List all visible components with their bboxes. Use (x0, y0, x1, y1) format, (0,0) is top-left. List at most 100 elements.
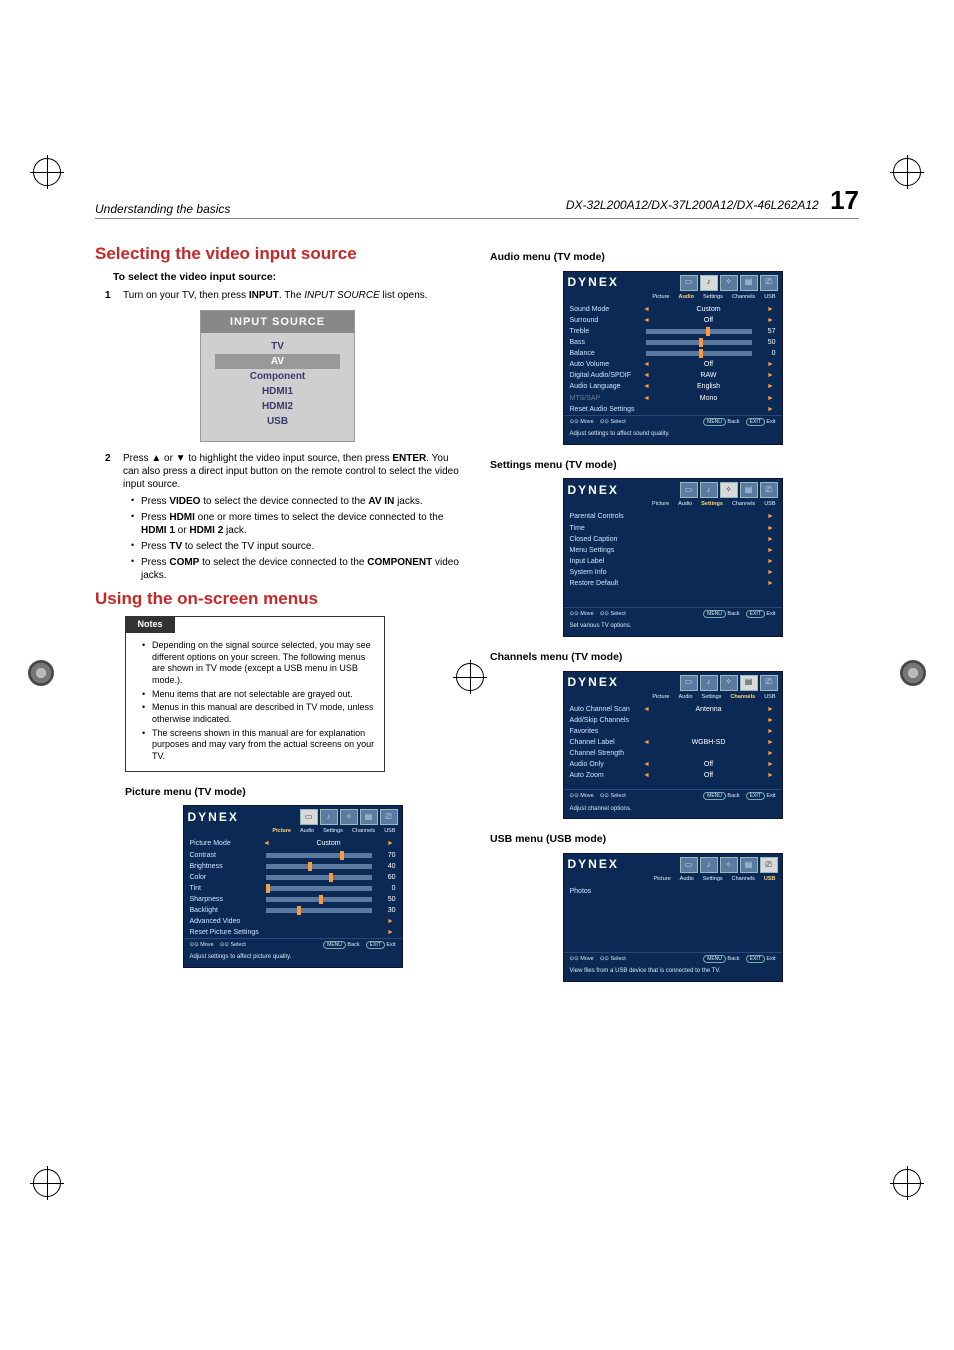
brand-logo: DYNEX (568, 275, 619, 291)
osd-row: Input Label► (564, 556, 782, 567)
left-arrow-icon: ◄ (262, 839, 272, 848)
audio-caption: Audio menu (TV mode) (490, 251, 855, 265)
running-header: Understanding the basics DX-32L200A12/DX… (95, 185, 859, 219)
tab-channels-icon: ▤ (740, 482, 758, 498)
input-source-title: INPUT SOURCE (201, 311, 354, 333)
note-4: The screens shown in this manual are for… (142, 728, 378, 763)
slider-track (266, 875, 372, 880)
osd-row: Surround◄Off► (564, 315, 782, 326)
osd-row-label: Balance (570, 349, 642, 358)
subhead-select-input: To select the video input source: (113, 271, 460, 285)
notes-header: Notes (125, 617, 175, 633)
right-arrow-icon: ► (766, 394, 776, 403)
tab-channels-icon: ▤ (740, 857, 758, 873)
tab-channels-icon: ▤ (360, 809, 378, 825)
tab-label-usb: USB (764, 501, 775, 508)
osd-row-label: Parental Controls (570, 512, 642, 521)
step-2: 2 Press ▲ or ▼ to highlight the video in… (105, 452, 460, 491)
tab-label-channels: Channels (732, 876, 755, 883)
osd-row-label: System Info (570, 568, 642, 577)
osd-row-num: 60 (376, 873, 396, 882)
slider-knob-icon (329, 873, 333, 882)
bullet-hdmi: Press HDMI one or more times to select t… (131, 511, 460, 537)
osd-row-num: 50 (376, 895, 396, 904)
osd-row: System Info► (564, 567, 782, 578)
input-source-item: USB (201, 414, 354, 429)
osd-row-value: Off (652, 360, 766, 369)
input-source-item: HDMI1 (201, 384, 354, 399)
tab-channels-icon: ▤ (740, 275, 758, 291)
osd-row-label: Favorites (570, 727, 642, 736)
slider-knob-icon (340, 851, 344, 860)
osd-row-label: Audio Only (570, 760, 642, 769)
osd-row-label: Surround (570, 316, 642, 325)
right-arrow-icon: ► (766, 360, 776, 369)
osd-row: Channel Label◄WGBH-SD► (564, 737, 782, 748)
right-arrow-icon: ► (766, 771, 776, 780)
right-arrow-icon: ► (766, 524, 776, 533)
osd-row-label: Brightness (190, 862, 262, 871)
right-arrow-icon: ► (766, 535, 776, 544)
left-arrow-icon: ◄ (642, 305, 652, 314)
page-number: 17 (830, 185, 859, 215)
right-arrow-icon: ► (766, 316, 776, 325)
osd-row-label: Color (190, 873, 262, 882)
input-source-item: Component (201, 369, 354, 384)
slider-knob-icon (699, 349, 703, 358)
osd-row: Menu Settings► (564, 545, 782, 556)
tab-label-audio: Audio (300, 828, 314, 835)
osd-row-label: Sound Mode (570, 305, 642, 314)
osd-row: Channel Strength► (564, 748, 782, 759)
section-select-input: Selecting the video input source (95, 243, 460, 265)
left-arrow-icon: ◄ (642, 382, 652, 391)
osd-row-num: 40 (376, 862, 396, 871)
osd-usb: DYNEX▭♪✧▤⎚PictureAudioSettingsChannelsUS… (563, 853, 783, 982)
osd-row-label: Closed Caption (570, 535, 642, 544)
bullet-comp: Press COMP to select the device connecte… (131, 556, 460, 582)
tab-label-usb: USB (764, 876, 776, 883)
osd-audio: DYNEX▭♪✧▤⎚PictureAudioSettingsChannelsUS… (563, 271, 783, 445)
right-arrow-icon: ► (766, 382, 776, 391)
osd-row: Balance0 (564, 348, 782, 359)
osd-row: Advanced Video► (184, 916, 402, 927)
tab-picture-icon: ▭ (680, 675, 698, 691)
tab-settings-icon: ✧ (720, 857, 738, 873)
tab-label-picture: Picture (654, 876, 671, 883)
slider-knob-icon (319, 895, 323, 904)
tab-label-audio: Audio (680, 876, 694, 883)
note-3: Menus in this manual are described in TV… (142, 702, 378, 725)
tab-label-picture: Picture (652, 694, 669, 701)
tab-label-audio: Audio (678, 694, 692, 701)
tab-picture-icon: ▭ (300, 809, 318, 825)
slider-track (646, 351, 752, 356)
tab-picture-icon: ▭ (680, 857, 698, 873)
osd-row-label: Auto Zoom (570, 771, 642, 780)
osd-row: Picture Mode◄Custom► (184, 838, 402, 849)
osd-footer: ⊙⊙ Move⊙⊙ SelectMENU BackEXIT Exit (564, 607, 782, 621)
tab-label-audio: Audio (678, 294, 694, 301)
left-column: Selecting the video input source To sele… (95, 237, 460, 988)
osd-row-label: Tint (190, 884, 262, 893)
osd-row-value: Mono (652, 394, 766, 403)
tab-audio-icon: ♪ (700, 857, 718, 873)
osd-row-num: 57 (756, 327, 776, 336)
tab-label-picture: Picture (652, 501, 669, 508)
right-arrow-icon: ► (766, 305, 776, 314)
left-arrow-icon: ◄ (642, 705, 652, 714)
osd-row: Parental Controls► (564, 511, 782, 522)
osd-row: Treble57 (564, 326, 782, 337)
osd-row-label: Photos (570, 887, 642, 896)
left-arrow-icon: ◄ (642, 760, 652, 769)
tab-label-settings: Settings (702, 694, 722, 701)
tab-label-audio: Audio (678, 501, 692, 508)
tab-usb-icon: ⎚ (760, 675, 778, 691)
target-icon (28, 660, 54, 686)
osd-row-label: Time (570, 524, 642, 533)
osd-row-label: Reset Audio Settings (570, 405, 642, 414)
osd-row: Audio Only◄Off► (564, 759, 782, 770)
settings-caption: Settings menu (TV mode) (490, 459, 855, 473)
right-arrow-icon: ► (386, 928, 396, 937)
target-icon (900, 660, 926, 686)
osd-row-value: Antenna (652, 705, 766, 714)
right-arrow-icon: ► (766, 738, 776, 747)
